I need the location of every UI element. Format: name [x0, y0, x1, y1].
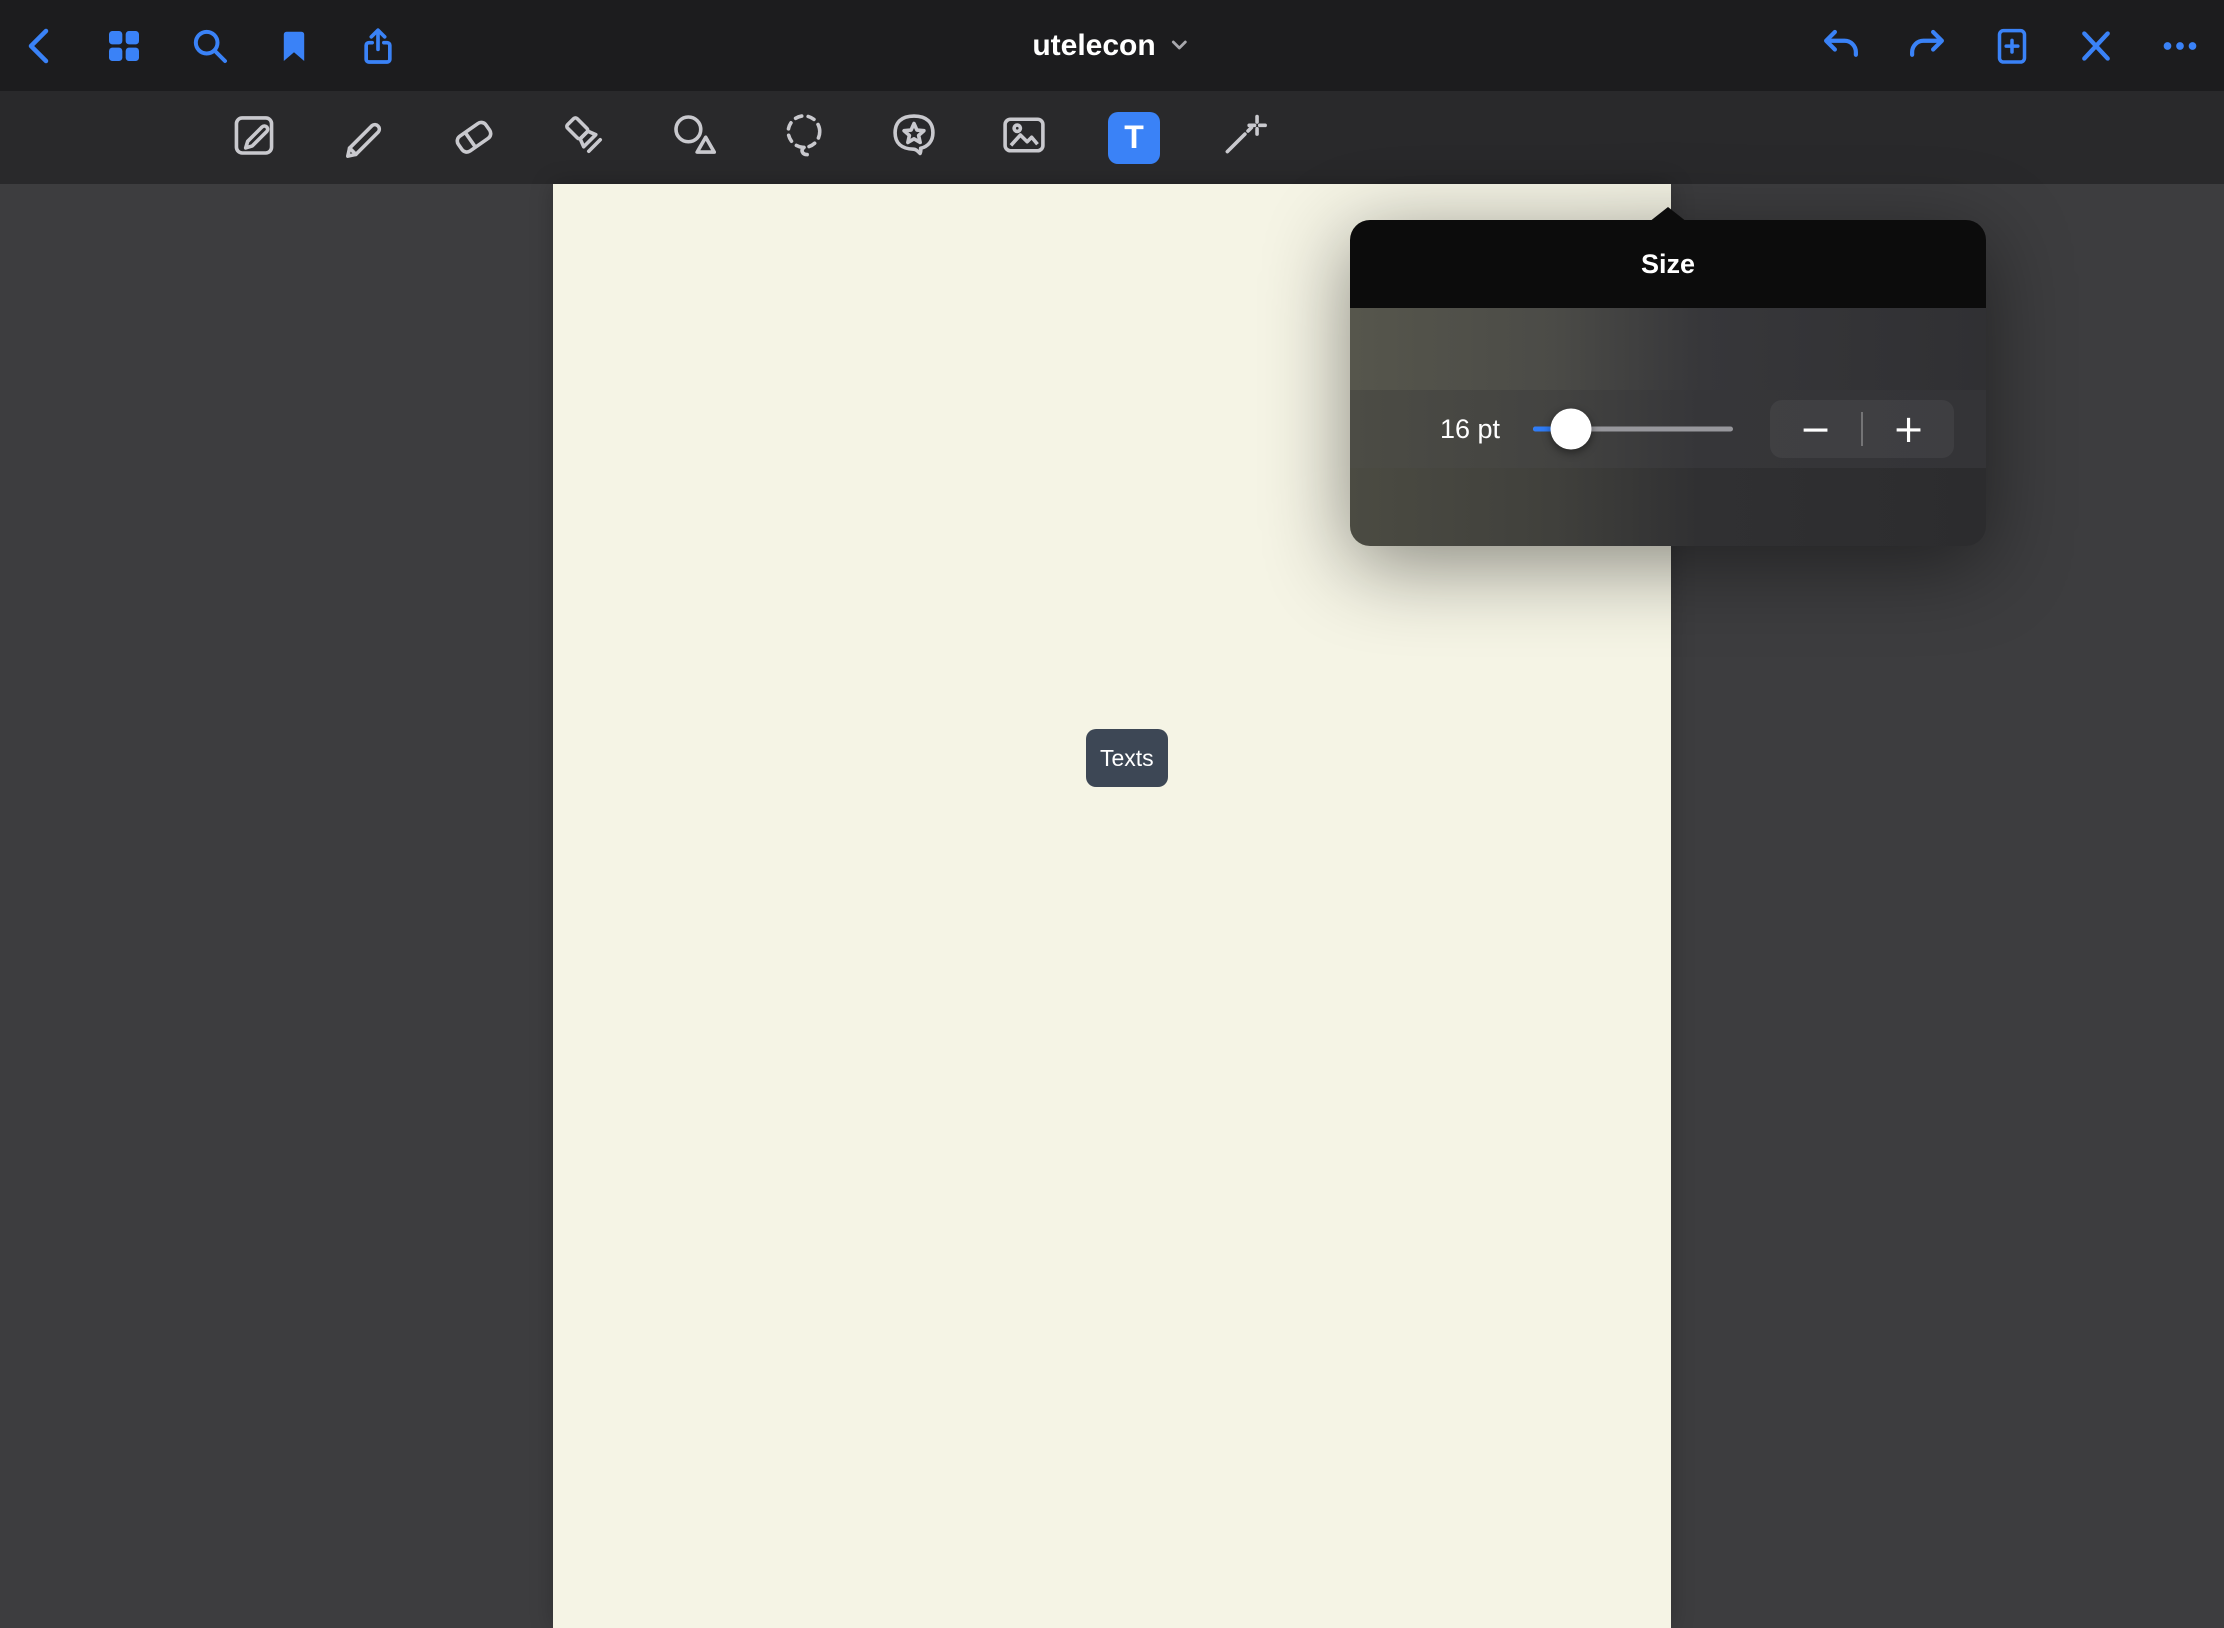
bookmark-icon [276, 26, 312, 66]
eraser-tool-button[interactable] [447, 111, 501, 165]
text-tool-button[interactable]: T [1107, 111, 1161, 165]
page-edit-tool-button[interactable] [227, 111, 281, 165]
pen-icon [337, 108, 391, 167]
search-icon [190, 26, 230, 66]
highlighter-icon [557, 108, 611, 167]
shapes-tool-button[interactable] [667, 111, 721, 165]
search-button[interactable] [190, 26, 230, 66]
size-value-label: 16 pt [1390, 390, 1500, 468]
size-stepper: − + [1770, 400, 1954, 458]
popover-caret [1649, 207, 1687, 222]
popover-body: Size 16 pt − + [1350, 220, 1986, 546]
back-button[interactable] [22, 24, 58, 68]
size-popover: Size 16 pt − + [1350, 206, 1986, 546]
canvas-text-object[interactable]: Texts [1086, 729, 1168, 787]
image-icon [997, 108, 1051, 167]
lasso-icon [777, 108, 831, 167]
popover-title: Size [1350, 220, 1986, 308]
undo-icon [1820, 25, 1862, 67]
tool-group: T [227, 91, 1271, 184]
undo-button[interactable] [1820, 25, 1862, 67]
ellipsis-icon [2160, 26, 2200, 66]
shapes-icon [667, 108, 721, 167]
laser-pointer-icon [1217, 108, 1271, 167]
lasso-tool-button[interactable] [777, 111, 831, 165]
text-tool-icon: T [1108, 112, 1160, 164]
topbar-left-group [22, 0, 398, 91]
laser-tool-button[interactable] [1217, 111, 1271, 165]
more-button[interactable] [2160, 26, 2200, 66]
chevron-down-icon [1168, 31, 1192, 65]
redo-icon [1906, 25, 1948, 67]
decrease-size-button[interactable]: − [1770, 400, 1861, 458]
elements-tool-button[interactable] [887, 111, 941, 165]
topbar-right-group [1820, 0, 2200, 91]
page-edit-icon [227, 108, 281, 167]
popover-top-band [1350, 308, 1986, 390]
bookmark-button[interactable] [276, 26, 312, 66]
size-slider-row: 16 pt − + [1350, 390, 1986, 468]
share-button[interactable] [358, 26, 398, 66]
add-page-button[interactable] [1992, 26, 2032, 66]
share-icon [358, 26, 398, 66]
star-sticker-icon [887, 108, 941, 167]
image-tool-button[interactable] [997, 111, 1051, 165]
thumbnails-button[interactable] [104, 26, 144, 66]
chevron-left-icon [22, 24, 58, 68]
document-title: utelecon [1032, 29, 1155, 63]
redo-button[interactable] [1906, 25, 1948, 67]
tool-bar: T HiraginoSans-... 16 T [0, 91, 2224, 184]
size-slider-thumb[interactable] [1551, 409, 1592, 450]
eraser-icon [447, 108, 501, 167]
top-navigation-bar: utelecon [0, 0, 2224, 91]
size-slider[interactable] [1533, 390, 1733, 468]
close-button[interactable] [2076, 26, 2116, 66]
document-title-button[interactable]: utelecon [1032, 27, 1191, 65]
popover-bottom-band [1350, 468, 1986, 546]
increase-size-button[interactable]: + [1863, 400, 1954, 458]
grid-icon [104, 26, 144, 66]
highlighter-tool-button[interactable] [557, 111, 611, 165]
close-icon [2076, 26, 2116, 66]
add-page-icon [1992, 26, 2032, 66]
pen-tool-button[interactable] [337, 111, 391, 165]
